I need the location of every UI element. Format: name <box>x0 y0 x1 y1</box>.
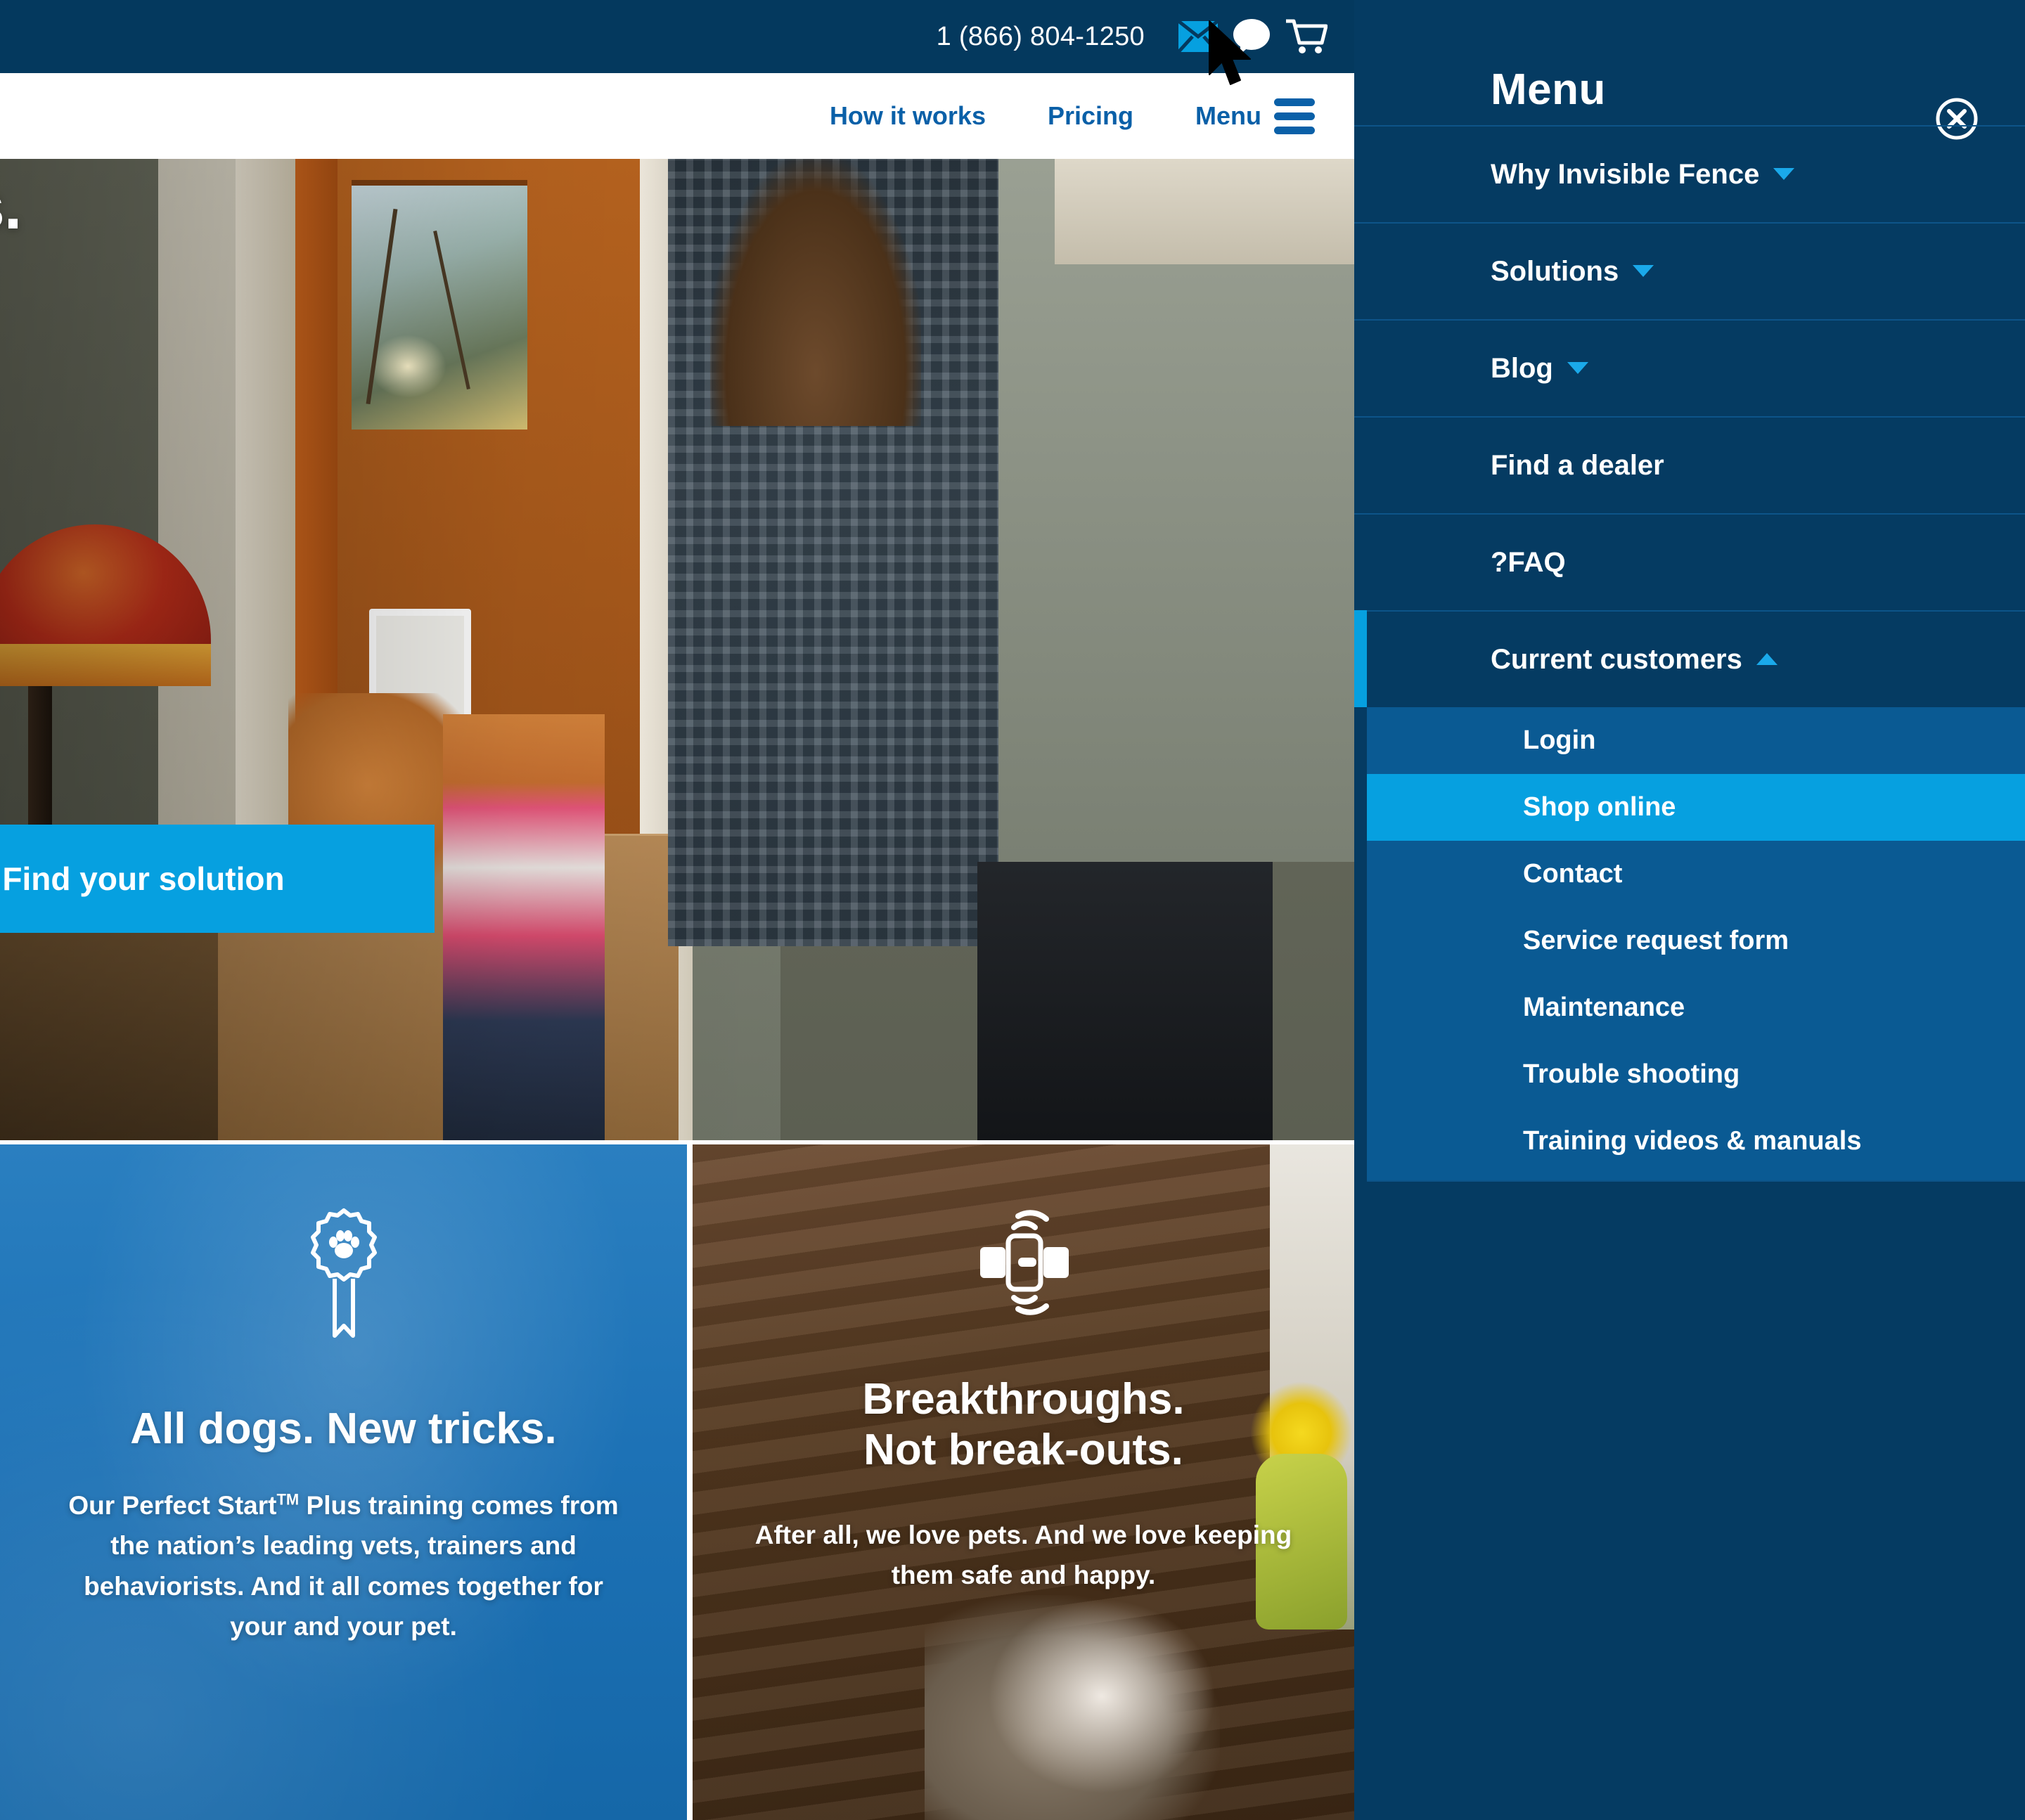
hamburger-icon <box>1274 98 1315 134</box>
card-body-training: Our Perfect StartTM Plus training comes … <box>66 1485 622 1646</box>
wireless-collar-icon <box>953 1206 1094 1322</box>
feature-card-training[interactable]: All dogs. New tricks. Our Perfect StartT… <box>0 1144 687 1820</box>
menu-item-list: Why Invisible Fence Solutions Blog Find … <box>1354 125 2025 1182</box>
submenu-item-label: Contact <box>1523 859 1623 889</box>
card-title-training: All dogs. New tricks. <box>130 1405 557 1453</box>
phone-number-link[interactable]: 1 (866) 804-1250 <box>937 22 1145 52</box>
submenu-item-login[interactable]: Login <box>1367 707 2025 774</box>
submenu-item-training-videos-manuals[interactable]: Training videos & manuals <box>1367 1108 2025 1175</box>
menu-item-label: Blog <box>1491 352 1553 384</box>
submenu-item-label: Shop online <box>1523 792 1676 822</box>
submenu-item-trouble-shooting[interactable]: Trouble shooting <box>1367 1041 2025 1108</box>
page-root: 1 (866) 804-1250 How it works Pricing Me… <box>0 0 2025 1820</box>
submenu-item-maintenance[interactable]: Maintenance <box>1367 974 2025 1041</box>
chevron-down-icon <box>1567 362 1588 375</box>
menu-panel-header: Menu <box>1354 0 2025 140</box>
nav-link-how-it-works[interactable]: How it works <box>830 101 986 131</box>
menu-item-find-a-dealer[interactable]: Find a dealer <box>1354 416 2025 513</box>
nav-link-pricing[interactable]: Pricing <box>1048 101 1133 131</box>
main-navigation: How it works Pricing Menu <box>0 73 1354 159</box>
menu-item-label: ?FAQ <box>1491 546 1566 578</box>
menu-overlay-panel: Menu Why Invisible Fence Solutions Blog … <box>1354 0 2025 1820</box>
menu-item-faq[interactable]: ?FAQ <box>1354 513 2025 610</box>
menu-item-current-customers[interactable]: Current customers <box>1354 610 2025 707</box>
card-title-breakthroughs: Breakthroughs. Not break-outs. <box>862 1375 1185 1474</box>
feature-cards: All dogs. New tricks. Our Perfect StartT… <box>0 1144 1354 1820</box>
menu-item-label: Solutions <box>1491 255 1619 287</box>
card-body-breakthroughs: After all, we love pets. And we love kee… <box>754 1520 1292 1590</box>
menu-item-label: Current customers <box>1491 643 1742 675</box>
submenu-item-shop-online[interactable]: Shop online <box>1367 774 2025 841</box>
chevron-down-icon <box>1773 168 1795 181</box>
chevron-up-icon <box>1756 653 1778 666</box>
card-body-training-pre: Our Perfect Start <box>68 1490 277 1520</box>
menu-toggle-button[interactable]: Menu <box>1195 98 1315 134</box>
submenu-item-label: Training videos & manuals <box>1523 1126 1862 1156</box>
award-paw-icon <box>305 1206 382 1343</box>
utility-bar: 1 (866) 804-1250 <box>0 0 1354 73</box>
submenu-item-service-request-form[interactable]: Service request form <box>1367 908 2025 974</box>
menu-item-label: Find a dealer <box>1491 449 1664 481</box>
cart-icon[interactable] <box>1285 19 1328 54</box>
menu-panel-title: Menu <box>1491 65 1606 114</box>
hero-headline: ndoors. where <box>0 171 22 243</box>
menu-item-solutions[interactable]: Solutions <box>1354 222 2025 319</box>
submenu-item-label: Login <box>1523 725 1596 755</box>
find-your-solution-button[interactable]: Find your solution <box>0 825 435 933</box>
chat-icon[interactable] <box>1233 19 1270 54</box>
menu-item-label: Why Invisible Fence <box>1491 158 1760 190</box>
menu-toggle-label: Menu <box>1195 101 1261 130</box>
site-content-column: 1 (866) 804-1250 How it works Pricing Me… <box>0 0 1354 1820</box>
submenu-item-contact[interactable]: Contact <box>1367 841 2025 908</box>
menu-item-blog[interactable]: Blog <box>1354 319 2025 416</box>
submenu-item-label: Trouble shooting <box>1523 1059 1740 1089</box>
feature-card-breakthroughs[interactable]: Breakthroughs. Not break-outs. After all… <box>693 1144 1354 1820</box>
trademark-symbol: TM <box>276 1490 300 1509</box>
menu-item-why-invisible-fence[interactable]: Why Invisible Fence <box>1354 125 2025 222</box>
current-customers-submenu: Login Shop online Contact Service reques… <box>1367 707 2025 1182</box>
nav-links-group: How it works Pricing Menu <box>768 73 1315 159</box>
submenu-item-label: Maintenance <box>1523 993 1685 1022</box>
submenu-item-label: Service request form <box>1523 926 1789 955</box>
hero-subline: enjoy <box>0 579 394 629</box>
mail-icon[interactable] <box>1178 21 1218 52</box>
hero-section: ndoors. where enjoy Find your solution <box>0 159 1354 1140</box>
hero-copy: ndoors. where enjoy Find your solution <box>0 159 1354 1140</box>
chevron-down-icon <box>1633 265 1654 278</box>
